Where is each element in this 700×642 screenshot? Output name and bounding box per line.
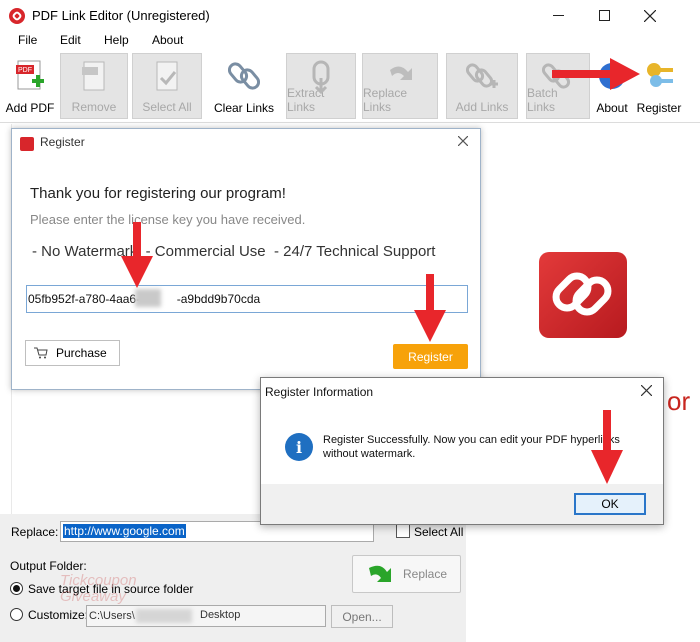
arrow-to-ok-button: [591, 410, 623, 484]
arrow-to-register-button: [414, 274, 446, 342]
arrow-to-register-toolbar: [552, 58, 640, 90]
arrow-to-license-key: [121, 222, 153, 288]
annotation-arrows: [121, 58, 640, 484]
